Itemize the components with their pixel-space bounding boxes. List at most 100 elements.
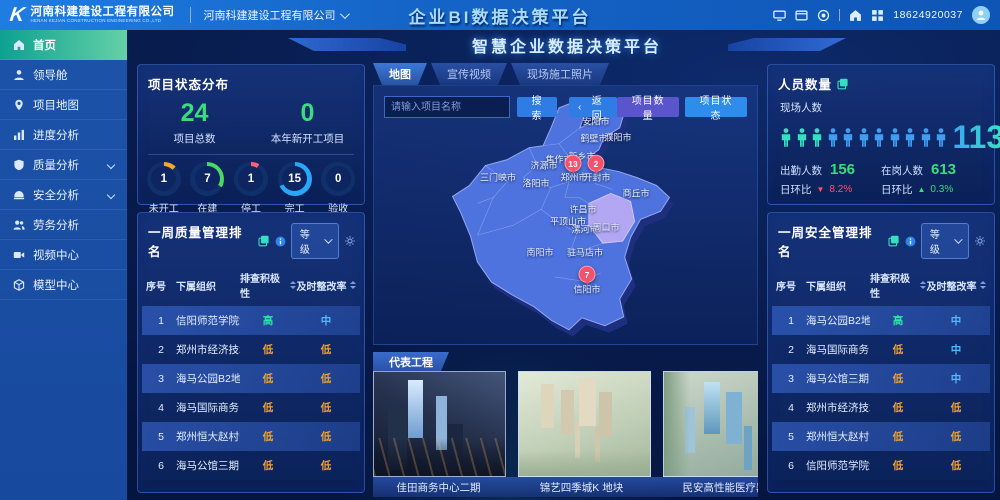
check-level: 低 <box>870 342 926 357</box>
city-label-三门峡市[interactable]: 三门峡市 <box>480 171 516 184</box>
sidebar-item-label: 模型中心 <box>33 277 79 293</box>
project-card[interactable] <box>663 371 758 477</box>
donut-ring: 1 <box>147 162 181 196</box>
column-header[interactable]: 排查积极性 <box>870 270 926 300</box>
table-row[interactable]: 2郑州市经济技术开发区青...低低 <box>142 335 360 364</box>
check-level: 高 <box>240 313 296 328</box>
org-name: 海马国际商务中心A1地... <box>176 400 240 415</box>
record-icon[interactable] <box>817 9 830 22</box>
info-icon[interactable] <box>905 236 916 247</box>
sidebar-item-home[interactable]: 首页 <box>0 30 127 60</box>
project-marker-信阳市[interactable]: 7 <box>579 266 596 283</box>
table-row[interactable]: 4郑州市经济技术开发区青...低低 <box>772 393 990 422</box>
video-icon <box>13 249 25 261</box>
city-label-南阳市[interactable]: 南阳市 <box>526 246 553 259</box>
shield-icon <box>13 159 25 171</box>
city-label-驻马店市[interactable]: 驻马店市 <box>567 246 603 259</box>
column-header[interactable]: 及时整改率 <box>296 270 356 300</box>
project-status-panel: 项目状态分布 24 项目总数 0 本年新开工项目 1未开工7在建1停工15完工0… <box>137 64 365 205</box>
check-level: 低 <box>240 400 296 415</box>
city-label-济源市[interactable]: 济源市 <box>530 159 557 172</box>
sidebar-item-labor-analysis[interactable]: 劳务分析 <box>0 210 127 240</box>
grid-icon[interactable] <box>871 9 884 22</box>
city-label-洛阳市[interactable]: 洛阳市 <box>522 177 549 190</box>
sidebar-item-project-map[interactable]: 项目地图 <box>0 90 127 120</box>
sidebar-item-label: 视频中心 <box>33 247 79 263</box>
table-row[interactable]: 5郑州恒大赵村安置区A-0...低低 <box>772 422 990 451</box>
window-icon[interactable] <box>795 9 808 22</box>
map-toolbar: 搜索 ‹返回 项目数量 项目状态 <box>374 86 757 118</box>
row-index: 3 <box>146 373 176 385</box>
home-icon[interactable] <box>849 9 862 22</box>
level-filter-dropdown[interactable]: 等级 <box>291 223 339 259</box>
back-button[interactable]: ‹返回 <box>569 97 617 117</box>
table-row[interactable]: 6信阳师范学院淮河校区二...低低 <box>772 451 990 480</box>
people-icon <box>13 219 25 231</box>
check-level: 低 <box>870 458 926 473</box>
page-banner: 智慧企业数据决策平台 <box>378 33 756 57</box>
status-ring-停工: 1停工 <box>234 162 268 215</box>
ring-value: 0 <box>335 173 341 185</box>
sort-icon[interactable] <box>980 281 986 289</box>
sidebar-item-safety-analysis[interactable]: 安全分析 <box>0 180 127 210</box>
gear-icon[interactable] <box>344 235 356 247</box>
project-marker-郑州市[interactable]: 13 <box>565 155 582 172</box>
table-row[interactable]: 6海马公馆三期低低 <box>142 451 360 480</box>
project-status-button[interactable]: 项目状态 <box>685 97 747 117</box>
org-name: 海马公园B2地块二期 <box>806 313 870 328</box>
search-button[interactable]: 搜索 <box>517 97 557 117</box>
tab-宣传视频[interactable]: 宣传视频 <box>431 63 507 85</box>
chevron-down-icon <box>324 235 332 243</box>
table-row[interactable]: 4海马国际商务中心A1地...低低 <box>142 393 360 422</box>
table-row[interactable]: 1信阳师范学院淮河校区二...高中 <box>142 306 360 335</box>
showcase-cards <box>373 371 758 477</box>
quality-rank-panel: 一周质量管理排名 等级 序号下属组织排查积极性及时整改率 1信阳师范学院淮河校区… <box>137 212 365 493</box>
gear-icon[interactable] <box>974 235 986 247</box>
level-filter-dropdown[interactable]: 等级 <box>921 223 969 259</box>
column-header[interactable]: 及时整改率 <box>926 270 986 300</box>
city-label-周口市[interactable]: 周口市 <box>592 221 619 234</box>
sidebar-item-quality-analysis[interactable]: 质量分析 <box>0 150 127 180</box>
person-icon <box>904 128 916 147</box>
table-row[interactable]: 3海马公园B2地块二期低低 <box>142 364 360 393</box>
info-icon[interactable] <box>275 236 286 247</box>
monitor-icon[interactable] <box>773 9 786 22</box>
city-label-商丘市[interactable]: 商丘市 <box>622 187 649 200</box>
showcase-tab[interactable]: 代表工程 <box>373 352 449 371</box>
henan-map[interactable]: 安阳市鹤壁市濮阳市新乡市焦作市济源市三门峡市洛阳市郑州市开封市商丘市许昌市平顶山… <box>374 86 757 344</box>
person-icon <box>827 128 839 147</box>
table-row[interactable]: 1海马公园B2地块二期高中 <box>772 306 990 335</box>
sidebar-item-leader-cockpit[interactable]: 领导舱 <box>0 60 127 90</box>
status-ring-验收: 0验收 <box>321 162 355 215</box>
trend-down-icon: ▼ <box>817 185 825 194</box>
table-row[interactable]: 5郑州恒大赵村安置区A-0...低低 <box>142 422 360 451</box>
sidebar-item-progress-analysis[interactable]: 进度分析 <box>0 120 127 150</box>
sort-icon[interactable] <box>350 281 356 289</box>
project-count-button[interactable]: 项目数量 <box>617 97 679 117</box>
panel-title: 一周质量管理排名 <box>148 222 253 260</box>
person-icon <box>811 128 823 147</box>
project-card[interactable] <box>518 371 651 477</box>
check-level: 低 <box>870 400 926 415</box>
org-selector[interactable]: 河南科建建设工程有限公司 <box>190 7 347 23</box>
check-level: 低 <box>240 458 296 473</box>
person-icon <box>842 128 854 147</box>
row-index: 5 <box>776 431 806 443</box>
tab-现场施工照片[interactable]: 现场施工照片 <box>511 63 609 85</box>
project-marker-开封市[interactable]: 2 <box>588 155 605 172</box>
sidebar-item-model-center[interactable]: 模型中心 <box>0 270 127 300</box>
table-row[interactable]: 2海马国际商务中心A1地...低中 <box>772 335 990 364</box>
column-header[interactable]: 排查积极性 <box>240 270 296 300</box>
project-card[interactable] <box>373 371 506 477</box>
city-label-鹤壁市[interactable]: 鹤壁市 <box>580 132 607 145</box>
city-label-濮阳市[interactable]: 濮阳市 <box>604 131 631 144</box>
user-avatar[interactable] <box>972 6 990 24</box>
project-search-input[interactable] <box>384 96 510 118</box>
ring-value: 1 <box>248 173 254 185</box>
sidebar-item-video-center[interactable]: 视频中心 <box>0 240 127 270</box>
sidebar-menu: 首页领导舱项目地图进度分析质量分析安全分析劳务分析视频中心模型中心 <box>0 30 127 500</box>
tab-地图[interactable]: 地图 <box>373 63 427 85</box>
check-level: 低 <box>870 371 926 386</box>
app-title: 企业BI数据决策平台 <box>409 0 592 30</box>
table-row[interactable]: 3海马公馆三期低中 <box>772 364 990 393</box>
